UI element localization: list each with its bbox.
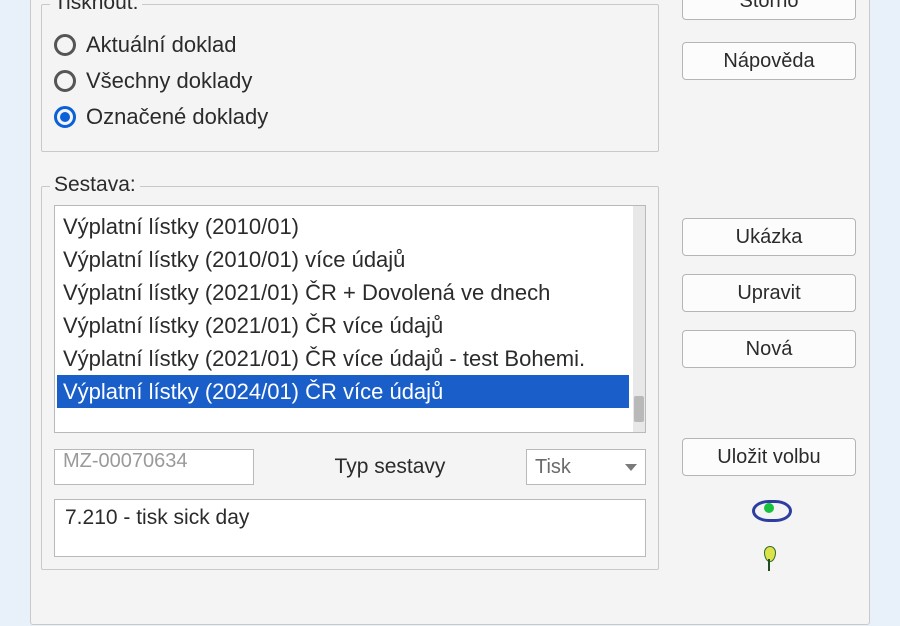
pin-button[interactable] [682,540,856,576]
radio-icon [54,106,76,128]
help-button[interactable]: Nápověda [682,42,856,80]
report-listbox[interactable]: Výplatní lístky (2010/01) Výplatní lístk… [54,205,646,433]
new-button[interactable]: Nová [682,330,856,368]
pin-icon [763,546,775,570]
save-choice-button[interactable]: Uložit volbu [682,438,856,476]
report-groupbox: Sestava: Výplatní lístky (2010/01) Výpla… [41,186,659,570]
list-item[interactable]: Výplatní lístky (2021/01) ČR + Dovolená … [57,276,629,309]
report-type-value: Tisk [535,456,617,479]
list-item[interactable]: Výplatní lístky (2010/01) [57,210,629,243]
radio-option-marked[interactable]: Označené doklady [54,99,646,135]
chevron-down-icon [625,464,637,471]
radio-label: Všechny doklady [86,68,252,94]
scrollbar-thumb[interactable] [634,396,644,422]
list-item[interactable]: Výplatní lístky (2010/01) více údajů [57,243,629,276]
report-type-select[interactable]: Tisk [526,449,646,485]
main-column: Tisknout: Aktuální doklad Všechny doklad… [41,0,659,603]
radio-icon [54,34,76,56]
report-listbox-inner: Výplatní lístky (2010/01) Výplatní lístk… [55,206,631,432]
radio-option-all[interactable]: Všechny doklady [54,63,646,99]
radio-label: Aktuální doklad [86,32,236,58]
radio-option-current[interactable]: Aktuální doklad [54,27,646,63]
report-type-label: Typ sestavy [264,455,516,479]
spacer [674,80,864,218]
print-groupbox: Tisknout: Aktuální doklad Všechny doklad… [41,4,659,152]
watch-button[interactable] [682,490,856,526]
list-item[interactable]: Výplatní lístky (2021/01) ČR více údajů … [57,342,629,375]
storno-button[interactable]: Storno [682,0,856,20]
report-description: 7.210 - tisk sick day [54,499,646,557]
print-legend: Tisknout: [50,0,142,15]
dialog-window: Tisknout: Aktuální doklad Všechny doklad… [30,0,870,625]
scrollbar-vertical[interactable] [633,206,645,432]
list-item[interactable]: Výplatní lístky (2024/01) ČR více údajů [57,375,629,408]
list-item[interactable]: Výplatní lístky (2021/01) ČR více údajů [57,309,629,342]
radio-icon [54,70,76,92]
report-meta-row: MZ-00070634 Typ sestavy Tisk [54,449,646,485]
radio-label: Označené doklady [86,104,268,130]
report-legend: Sestava: [50,173,140,197]
eye-icon [752,497,786,519]
sidebar: Storno Nápověda Ukázka Upravit Nová Ulož… [674,0,864,626]
report-code-field[interactable]: MZ-00070634 [54,449,254,485]
spacer [674,368,864,438]
edit-button[interactable]: Upravit [682,274,856,312]
preview-button[interactable]: Ukázka [682,218,856,256]
